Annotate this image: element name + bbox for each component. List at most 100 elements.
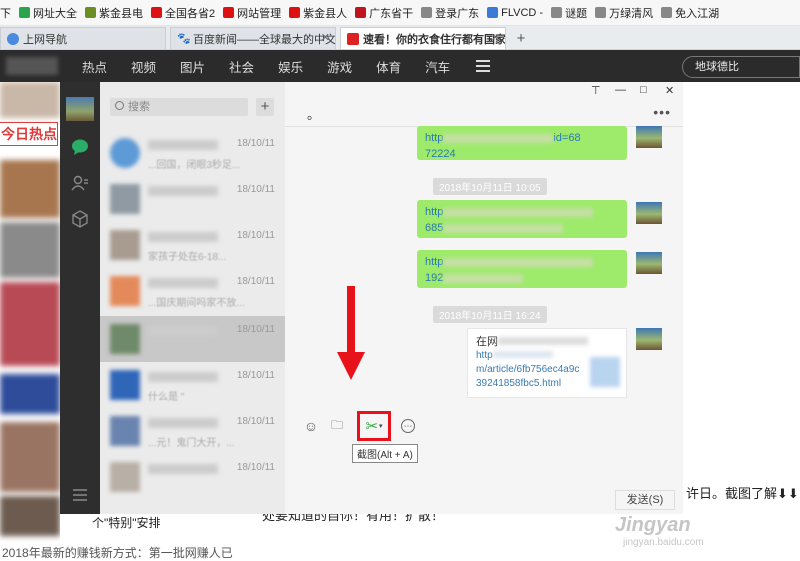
bookmark-item[interactable]: 广东省干 [355, 5, 413, 21]
site-search-input[interactable]: 地球德比 [682, 56, 800, 78]
today-hot-label[interactable]: 今日热点 [0, 122, 58, 146]
chat-name [148, 418, 218, 428]
contacts-icon[interactable] [70, 174, 90, 192]
avatar[interactable] [636, 328, 662, 350]
bookmarks-bar: 下 网址大全 紫金县电 全国各省2 网站管理 紫金县人 广东省干 登录广东 FLVCD - 谜题 万… [0, 0, 800, 26]
bookmark-item[interactable]: 紫金县人 [289, 5, 347, 21]
news-headline[interactable]: 个"特别"安排 [92, 514, 161, 531]
news-headline[interactable]: 2018年最新的赚钱新方式：第一批网赚人已 [2, 544, 233, 561]
left-news-column: 今日热点 [0, 82, 60, 559]
nav-item-video[interactable]: 视频 [131, 57, 156, 76]
avatar [110, 416, 140, 446]
news-thumbnail[interactable] [0, 282, 60, 366]
bookmark-label: 万绿清风 [609, 7, 654, 20]
add-chat-button[interactable]: + [256, 98, 274, 116]
chat-item-selected[interactable]: 18/10/11 [100, 316, 285, 362]
bookmark-icon [355, 7, 367, 18]
chat-list-panel: 搜索 + 18/10/11 ...回国，闭眼3秒足... 18/10/11 18… [100, 82, 285, 514]
link-card[interactable]: 在网 http m/article/6fb756ec4a9c 39241858f… [467, 328, 627, 398]
folder-icon[interactable]: 🗀 [329, 418, 345, 434]
bookmark-item[interactable]: 登录广东 [421, 5, 479, 21]
chat-history-icon[interactable]: ⋯ [401, 419, 415, 433]
hamburger-menu-icon[interactable] [70, 486, 90, 504]
send-button[interactable]: 发送(S) [615, 490, 675, 510]
chat-bubble-icon[interactable] [70, 138, 90, 156]
chat-item[interactable]: 18/10/11 家孩子处在6-18... [100, 222, 285, 268]
avatar[interactable] [636, 252, 662, 274]
news-thumbnail[interactable] [0, 422, 60, 492]
bookmark-item[interactable]: 万绿清风 [595, 5, 653, 21]
menu-icon[interactable] [476, 60, 491, 72]
nav-item-images[interactable]: 图片 [180, 57, 205, 76]
message-link[interactable]: http [425, 256, 443, 268]
chat-item[interactable]: 18/10/11 ...国庆期间吗家不放... [100, 268, 285, 314]
bookmark-icon [661, 7, 673, 18]
bookmark-icon [85, 7, 96, 18]
close-icon[interactable]: ✕ [491, 31, 500, 44]
avatar[interactable] [636, 126, 662, 148]
news-thumbnail[interactable] [0, 82, 60, 118]
message-bubble[interactable]: http 685 [417, 200, 627, 238]
nav-item-hot[interactable]: 热点 [82, 57, 107, 76]
scissors-icon: ✂ [365, 418, 379, 435]
maximize-button[interactable]: □ [640, 84, 647, 96]
news-thumbnail[interactable] [0, 160, 60, 218]
timestamp: 2018年10月11日 16:24 [433, 306, 547, 323]
bookmark-item[interactable]: 全国各省2 [151, 5, 215, 21]
message-link[interactable]: id=68 [553, 132, 580, 144]
nav-item-entertainment[interactable]: 娱乐 [278, 57, 303, 76]
tab-baidu-news[interactable]: 🐾 百度新闻——全球最大的中文新 ✕ [170, 27, 336, 49]
avatar[interactable] [636, 202, 662, 224]
message-bubble[interactable]: http id=68 72224 [417, 126, 627, 160]
news-thumbnail[interactable] [0, 374, 60, 414]
emoji-icon[interactable]: ☺ [303, 418, 319, 434]
chat-name [148, 326, 218, 336]
new-tab-button[interactable]: + [510, 27, 532, 49]
avatar [110, 276, 140, 306]
chat-item[interactable]: 18/10/11 ...回国，闭眼3秒足... [100, 130, 285, 176]
chat-item[interactable]: 18/10/11 [100, 454, 285, 500]
article-text: 许日。截图了解⬇⬇日 [686, 486, 800, 501]
more-options-button[interactable]: ••• [653, 104, 671, 120]
tab-active-article[interactable]: 速看！你的衣食住行都有国家标准 ✕ [340, 27, 506, 49]
message-link[interactable]: http [425, 132, 443, 144]
message-link[interactable]: 192 [425, 272, 443, 284]
nav-item-sports[interactable]: 体育 [376, 57, 401, 76]
tab-navigation[interactable]: 上网导航 [0, 27, 166, 49]
bookmark-item[interactable]: 谜题 [551, 5, 587, 21]
message-link[interactable]: 685 [425, 222, 443, 234]
message-link[interactable]: 72224 [425, 148, 456, 160]
news-thumbnail[interactable] [0, 496, 60, 536]
nav-item-auto[interactable]: 汽车 [425, 57, 450, 76]
minimize-button[interactable]: — [615, 84, 626, 96]
bookmark-item[interactable]: 紫金县电 [85, 5, 143, 21]
close-icon[interactable]: ✕ [321, 31, 330, 44]
bookmark-icon [487, 7, 499, 18]
bookmark-label: 登录广东 [435, 7, 480, 20]
chat-time: 18/10/11 [236, 230, 275, 241]
bookmark-item[interactable]: FLVCD - [487, 7, 543, 19]
chat-item[interactable]: 18/10/11 什么是 " [100, 362, 285, 408]
bookmark-icon [19, 7, 30, 18]
message-link[interactable]: http [425, 206, 443, 218]
avatar[interactable] [66, 97, 94, 121]
nav-item-games[interactable]: 游戏 [327, 57, 352, 76]
bookmark-item[interactable]: 网站管理 [223, 5, 281, 21]
chat-item[interactable]: 18/10/11 [100, 176, 285, 222]
close-button[interactable]: ✕ [665, 84, 674, 97]
cube-icon[interactable] [70, 210, 90, 228]
nav-item-society[interactable]: 社会 [229, 57, 254, 76]
screenshot-button[interactable]: ✂ ▾ [357, 411, 391, 441]
message-bubble[interactable]: http 192 [417, 250, 627, 288]
search-placeholder: 搜索 [128, 101, 150, 113]
search-input[interactable]: 搜索 [110, 98, 248, 116]
bookmark-item[interactable]: 网址大全 [19, 5, 77, 21]
pin-button[interactable]: ⊤ [591, 84, 601, 97]
site-logo[interactable] [6, 57, 58, 75]
watermark-text: Jingyan [615, 514, 691, 536]
bookmark-item[interactable]: 下 [0, 5, 11, 21]
chat-item[interactable]: 18/10/11 ...元！鬼门大开，... [100, 408, 285, 454]
news-thumbnail[interactable] [0, 222, 60, 278]
chat-window: ⊤ — □ ✕ 。 ••• http id=68 72224 2018年10月11… [285, 82, 683, 514]
bookmark-item[interactable]: 免入江湖 [661, 5, 719, 21]
